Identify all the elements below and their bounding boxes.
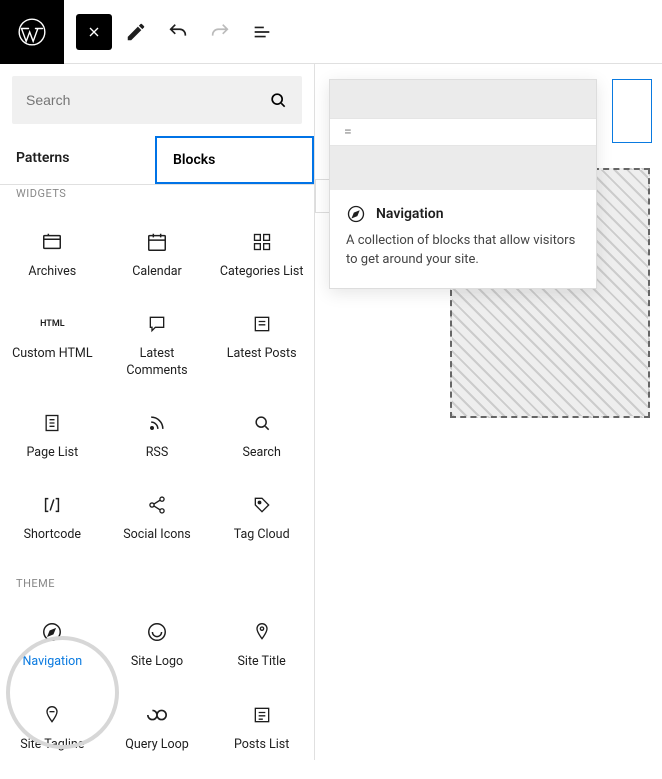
block-search[interactable]: Search (209, 397, 314, 479)
comment-icon (145, 312, 169, 336)
compass-icon (40, 620, 64, 644)
tab-blocks[interactable]: Blocks (155, 136, 314, 184)
categories-icon (250, 230, 274, 254)
block-page-list[interactable]: Page List (0, 397, 105, 479)
share-icon (145, 493, 169, 517)
site-logo-icon (145, 620, 169, 644)
popover-title: Navigation (376, 206, 444, 222)
block-site-title[interactable]: Site Title (209, 606, 314, 688)
block-custom-html[interactable]: HTML Custom HTML (0, 298, 105, 397)
block-navigation[interactable]: Navigation (0, 606, 105, 688)
block-description-popover: = Navigation A collection of blocks that… (329, 79, 597, 289)
tab-patterns[interactable]: Patterns (0, 136, 155, 184)
block-social-icons[interactable]: Social Icons (105, 479, 210, 561)
block-query-loop[interactable]: Query Loop (105, 689, 210, 771)
wordpress-logo[interactable] (0, 0, 64, 64)
editor-canvas: = Navigation A collection of blocks that… (315, 64, 662, 760)
popover-preview-top (330, 80, 596, 118)
popover-preview-mid (330, 146, 596, 190)
calendar-icon (145, 230, 169, 254)
search-box[interactable] (12, 76, 302, 124)
undo-icon[interactable] (160, 14, 196, 50)
tagline-icon (40, 703, 64, 727)
block-shortcode[interactable]: Shortcode (0, 479, 105, 561)
popover-description: A collection of blocks that allow visito… (346, 232, 580, 270)
pin-icon (250, 620, 274, 644)
document-outline-icon[interactable] (244, 14, 280, 50)
tag-icon (250, 493, 274, 517)
archives-icon (40, 230, 64, 254)
block-latest-comments[interactable]: Latest Comments (105, 298, 210, 397)
block-categories-list[interactable]: Categories List (209, 216, 314, 298)
block-calendar[interactable]: Calendar (105, 216, 210, 298)
latest-posts-icon (250, 312, 274, 336)
redo-icon (202, 14, 238, 50)
close-inserter-button[interactable] (76, 14, 112, 50)
html-icon: HTML (40, 312, 64, 336)
navigation-block-selected[interactable] (612, 79, 652, 143)
block-site-logo[interactable]: Site Logo (105, 606, 210, 688)
block-site-tagline[interactable]: Site Tagline (0, 689, 105, 771)
shortcode-icon (40, 493, 64, 517)
block-rss[interactable]: RSS (105, 397, 210, 479)
loop-icon (145, 703, 169, 727)
posts-list-icon (250, 703, 274, 727)
search-block-icon (250, 411, 274, 435)
section-theme-label: THEME (0, 569, 314, 598)
block-posts-list[interactable]: Posts List (209, 689, 314, 771)
search-input[interactable] (26, 92, 268, 108)
block-archives[interactable]: Archives (0, 216, 105, 298)
compass-icon (346, 204, 366, 224)
edit-icon[interactable] (118, 14, 154, 50)
search-icon (268, 90, 288, 110)
block-tag-cloud[interactable]: Tag Cloud (209, 479, 314, 561)
page-list-icon (40, 411, 64, 435)
block-latest-posts[interactable]: Latest Posts (209, 298, 314, 397)
block-inserter-panel: Patterns Blocks WIDGETS Archives Calenda… (0, 64, 315, 760)
drag-handle-icon[interactable]: = (330, 118, 596, 146)
rss-icon (145, 411, 169, 435)
